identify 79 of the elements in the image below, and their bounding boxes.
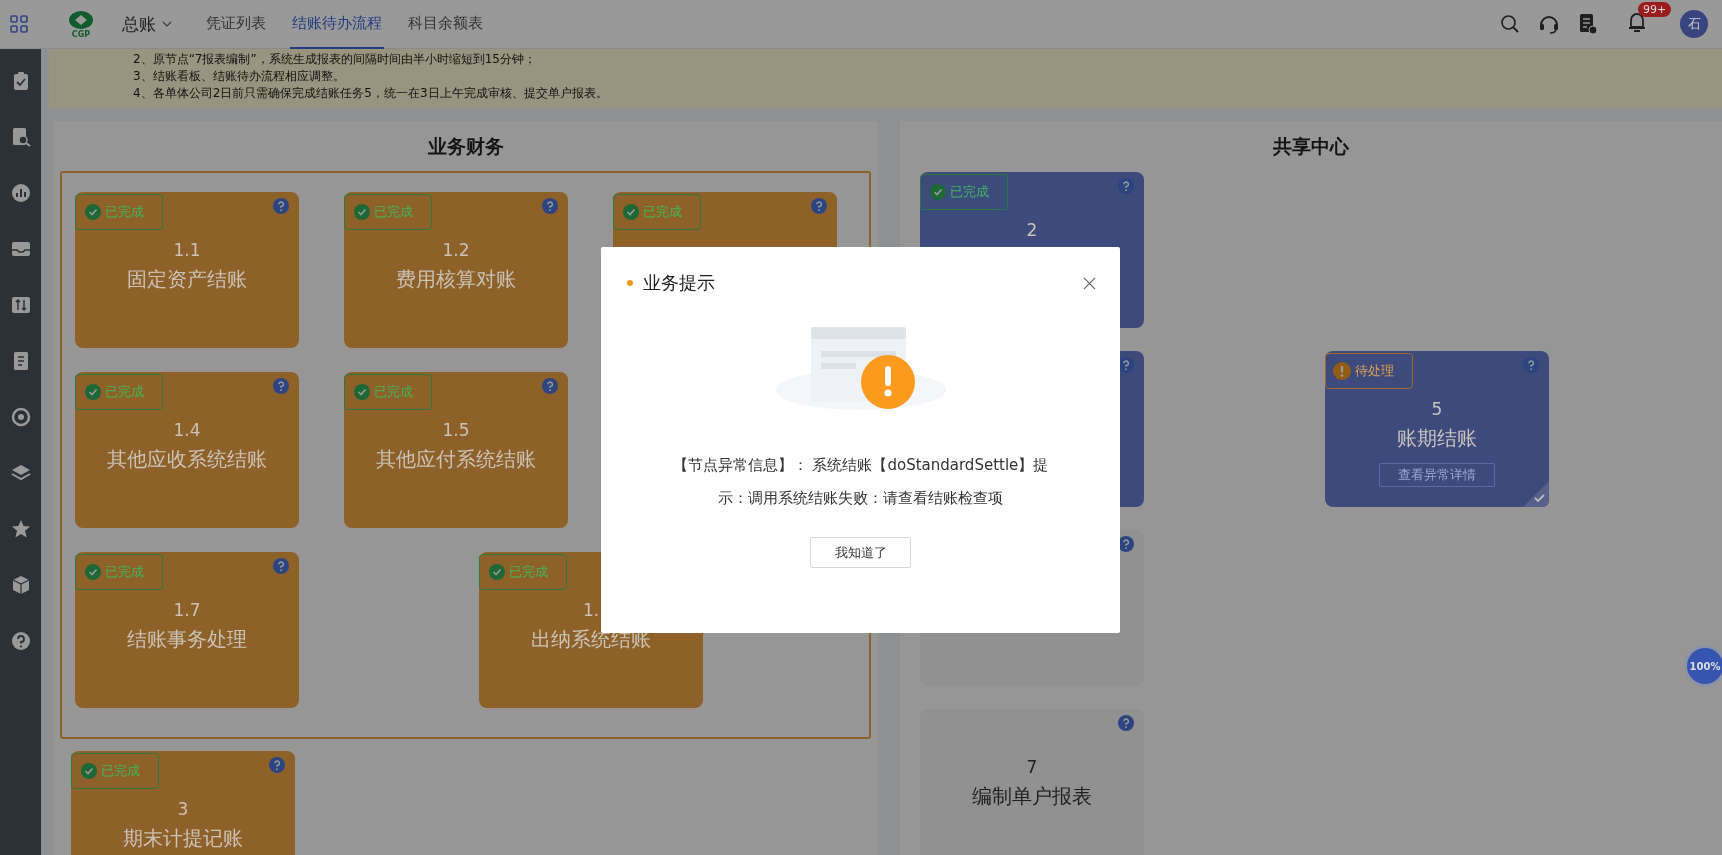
status-label: 已完成 (101, 762, 140, 780)
zoom-level-badge[interactable]: 100% (1687, 648, 1722, 684)
view-details-button[interactable]: 查看异常详情 (1379, 463, 1495, 487)
logo-icon (68, 9, 94, 30)
headset-icon[interactable] (1538, 13, 1560, 35)
task-title: 编制单户报表 (972, 783, 1092, 810)
task-title: 其他应收系统结账 (107, 446, 267, 473)
task-title: 账期结账 (1397, 425, 1477, 452)
status-label: 已完成 (950, 183, 989, 201)
cube-icon[interactable] (10, 575, 31, 595)
layers-icon[interactable] (10, 463, 31, 483)
check-circle-icon (930, 184, 946, 200)
nav-tab[interactable]: 凭证列表 (204, 0, 268, 49)
check-circle-icon (354, 384, 370, 400)
panel-title: 共享中心 (1272, 134, 1350, 159)
caret-icon (162, 21, 172, 27)
help-icon[interactable] (10, 631, 31, 651)
task-card[interactable]: 7 编制单户报表 (920, 709, 1144, 855)
check-circle-icon (85, 384, 101, 400)
check-circle-icon (81, 763, 97, 779)
notification-badge: 99+ (1638, 2, 1672, 17)
acknowledge-button[interactable]: 我知道了 (810, 537, 911, 568)
status-label: 已完成 (374, 383, 413, 401)
task-card[interactable]: 已完成 1.7 结账事务处理 (75, 552, 299, 708)
notice-line: 3、结账看板、结账待办流程相应调整。 (133, 68, 346, 85)
notice-line: 2、原节点“7报表编制”，系统生成报表的间隔时间由半小时缩短到15分钟； (133, 51, 537, 68)
task-number: 2 (1026, 219, 1038, 242)
apps-grid-icon[interactable] (10, 15, 28, 33)
status-label: 已完成 (374, 203, 413, 221)
chart-icon[interactable] (10, 183, 31, 203)
check-circle-icon (623, 204, 639, 220)
status-label: 已完成 (105, 203, 144, 221)
task-title: 固定资产结账 (127, 266, 247, 293)
notice-line: 4、各单体公司2日前只需确保完成结账任务5，统一在3日上午完成审核、提交单户报表。 (133, 85, 609, 102)
task-card[interactable]: 待处理 5 账期结账 查看异常详情 (1325, 351, 1549, 507)
status-label: 已完成 (105, 383, 144, 401)
task-title: 结账事务处理 (127, 626, 247, 653)
task-card[interactable]: 已完成 1.4 其他应收系统结账 (75, 372, 299, 528)
transfer-icon[interactable] (10, 295, 31, 315)
task-number: 1. (582, 599, 600, 622)
status-label: 待处理 (1355, 362, 1394, 380)
check-circle-icon (85, 204, 101, 220)
target-icon[interactable] (10, 407, 31, 427)
title-dot-icon (627, 280, 633, 286)
task-number: 1.4 (173, 419, 201, 442)
error-message: 【节点异常信息】： 系统结账【doStandardSettle】提示：调用系统结账失败：请查看结账检查项 (671, 455, 1050, 509)
task-title: 其他应付系统结账 (376, 446, 536, 473)
task-number: 1.7 (173, 599, 201, 622)
search-icon[interactable] (1500, 14, 1520, 34)
task-card[interactable]: 已完成 1.2 费用核算对账 (344, 192, 568, 348)
status-label: 已完成 (105, 563, 144, 581)
warning-circle-icon (1333, 362, 1351, 380)
task-title: 期末计提记账 (123, 825, 243, 852)
task-number: 1.1 (173, 239, 201, 262)
status-label: 已完成 (509, 563, 548, 581)
task-number: 1.2 (442, 239, 470, 262)
task-number: 7 (1026, 756, 1038, 779)
task-number: 1.5 (442, 419, 470, 442)
user-avatar[interactable]: 石 (1680, 10, 1708, 38)
task-number: 5 (1431, 398, 1443, 421)
nav-tab[interactable]: 科目余额表 (406, 0, 485, 49)
status-label: 已完成 (643, 203, 682, 221)
panel-title: 业务财务 (426, 134, 505, 159)
task-card[interactable]: 已完成 1.1 固定资产结账 (75, 192, 299, 348)
check-circle-icon (354, 204, 370, 220)
module-dropdown[interactable]: 总账 (122, 12, 172, 36)
check-circle-icon (85, 564, 101, 580)
star-icon[interactable] (10, 519, 31, 539)
report-icon[interactable] (1578, 13, 1598, 35)
inbox-icon[interactable] (10, 239, 31, 259)
task-number: 3 (177, 798, 189, 821)
document-search-icon[interactable] (10, 127, 31, 147)
task-title: 费用核算对账 (396, 266, 516, 293)
task-card[interactable]: 已完成 3 期末计提记账 (71, 751, 295, 855)
task-card[interactable]: 已完成 1.5 其他应付系统结账 (344, 372, 568, 528)
close-icon[interactable] (1083, 276, 1096, 290)
logo-text: CGP (71, 29, 91, 39)
check-circle-icon (489, 564, 505, 580)
dialog-title: 业务提示 (643, 271, 716, 295)
